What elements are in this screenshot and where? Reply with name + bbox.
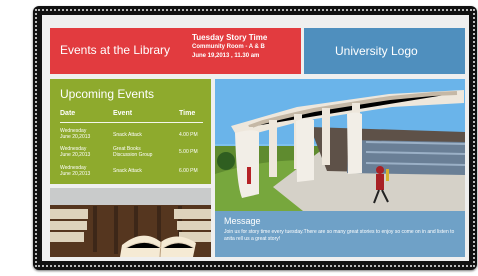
message-body: Join us for story time every tuesday.The… xyxy=(224,229,455,242)
upcoming-events-panel: Upcoming Events Date Event Time Wednesda… xyxy=(50,79,211,184)
event-name-line-2: Discussion Group xyxy=(113,152,153,158)
event-row: Wednesday June 20,2013 Snack Attack 4.00… xyxy=(60,128,203,146)
event-row: Wednesday June 20,2013 Snack Attack 6.00… xyxy=(60,165,203,183)
story-datetime: June 19,2013 , 11.30 am xyxy=(192,53,260,59)
sign-title: Events at the Library xyxy=(60,43,171,57)
university-logo-label: University Logo xyxy=(335,44,418,58)
story-time-block: Tuesday Story Time Community Room - A & … xyxy=(192,32,296,61)
story-title: Tuesday Story Time xyxy=(192,33,268,42)
university-logo-panel: University Logo xyxy=(304,28,465,74)
date-column-header: Date xyxy=(60,110,76,117)
event-date-line-2: June 20,2013 xyxy=(60,134,91,140)
event-name: Snack Attack xyxy=(113,132,142,138)
library-photo-icon xyxy=(50,188,211,257)
event-time: 6.00 PM xyxy=(179,168,198,174)
event-name: Snack Attack xyxy=(113,168,142,174)
story-location: Community Room - A & B xyxy=(192,44,265,50)
events-table-header: Date Event Time xyxy=(60,110,203,123)
upcoming-events-heading: Upcoming Events xyxy=(60,87,155,101)
event-time: 4.00 PM xyxy=(179,132,198,138)
campus-photo-icon xyxy=(215,79,465,211)
campus-photo xyxy=(215,79,465,211)
time-column-header: Time xyxy=(179,110,196,117)
library-books-photo xyxy=(50,188,211,257)
event-time: 5.00 PM xyxy=(179,149,198,155)
library-events-banner: Events at the Library Tuesday Story Time… xyxy=(50,28,301,74)
digital-sign-screen: Events at the Library Tuesday Story Time… xyxy=(42,15,469,261)
message-title: Message xyxy=(224,216,261,226)
event-date-line-2: June 20,2013 xyxy=(60,171,91,177)
message-panel: Message Join us for story time every tue… xyxy=(215,211,465,257)
event-column-header: Event xyxy=(113,110,133,117)
event-row: Wednesday June 20,2013 Great Books Discu… xyxy=(60,146,203,164)
event-date-line-2: June 20,2013 xyxy=(60,152,91,158)
